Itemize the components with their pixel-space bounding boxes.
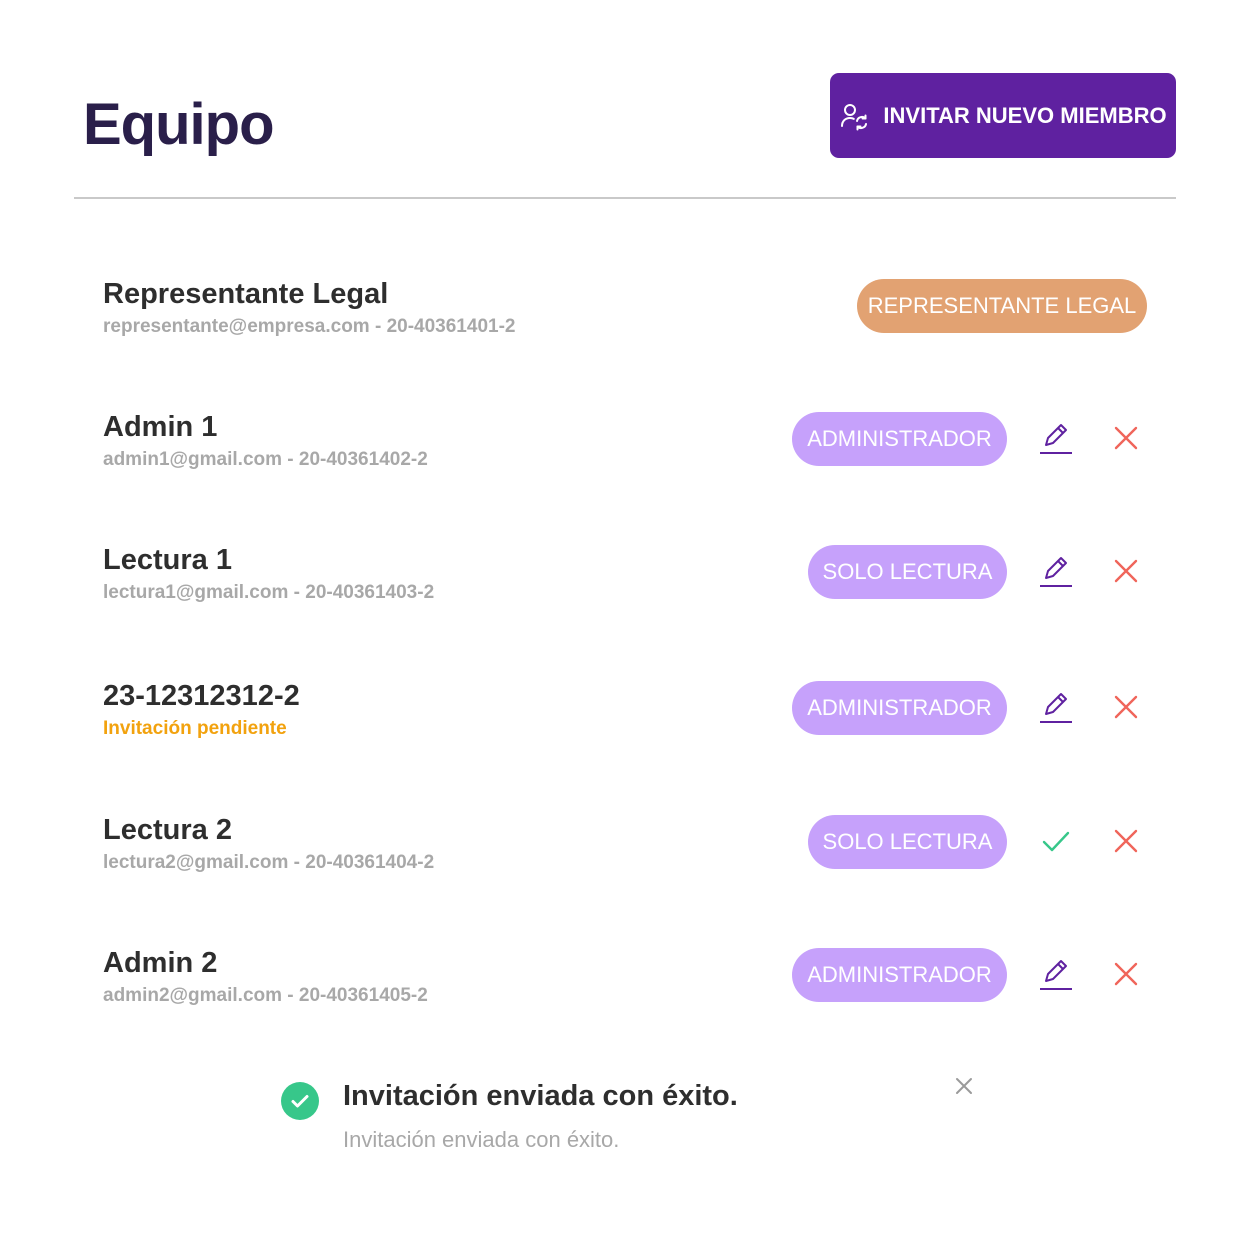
member-row: Lectura 1 lectura1@gmail.com - 20-403614… — [0, 544, 1250, 625]
member-row: 23-12312312-2 Invitación pendiente ADMIN… — [0, 680, 1250, 761]
edit-icon[interactable] — [1036, 687, 1076, 727]
header-divider — [74, 197, 1176, 199]
member-row: Lectura 2 lectura2@gmail.com - 20-403614… — [0, 814, 1250, 895]
close-icon[interactable] — [952, 1074, 976, 1098]
role-badge[interactable]: ADMINISTRADOR — [792, 948, 1007, 1002]
member-name: Admin 1 — [103, 411, 218, 443]
toast-message: Invitación enviada con éxito. — [343, 1127, 620, 1152]
member-name: Lectura 2 — [103, 814, 232, 846]
delete-icon[interactable] — [1106, 954, 1146, 994]
delete-icon[interactable] — [1106, 551, 1146, 591]
invite-member-label: INVITAR NUEVO MIEMBRO — [883, 102, 1167, 128]
confirm-icon[interactable] — [1036, 821, 1076, 861]
role-badge[interactable]: SOLO LECTURA — [808, 545, 1007, 599]
role-badge[interactable]: ADMINISTRADOR — [792, 412, 1007, 466]
member-email-id: lectura1@gmail.com - 20-40361403-2 — [103, 582, 435, 603]
member-name: 23-12312312-2 — [103, 680, 300, 712]
member-row: Admin 2 admin2@gmail.com - 20-40361405-2… — [0, 947, 1250, 1028]
role-badge[interactable]: SOLO LECTURA — [808, 815, 1007, 869]
member-email-id: admin2@gmail.com - 20-40361405-2 — [103, 985, 428, 1006]
member-row: Admin 1 admin1@gmail.com - 20-40361402-2… — [0, 411, 1250, 492]
delete-icon[interactable] — [1106, 821, 1146, 861]
user-sync-icon — [839, 101, 869, 131]
edit-icon[interactable] — [1036, 551, 1076, 591]
member-email-id: admin1@gmail.com - 20-40361402-2 — [103, 449, 428, 470]
member-name: Admin 2 — [103, 947, 218, 979]
role-badge[interactable]: ADMINISTRADOR — [792, 681, 1007, 735]
invite-member-button[interactable]: INVITAR NUEVO MIEMBRO — [830, 73, 1176, 158]
success-toast: Invitación enviada con éxito. Invitación… — [280, 1070, 1000, 1170]
edit-icon[interactable] — [1036, 418, 1076, 458]
toast-title: Invitación enviada con éxito. — [343, 1080, 738, 1112]
edit-icon[interactable] — [1036, 954, 1076, 994]
delete-icon[interactable] — [1106, 418, 1146, 458]
delete-icon[interactable] — [1106, 687, 1146, 727]
role-badge-legal: REPRESENTANTE LEGAL — [857, 279, 1147, 333]
member-name: Lectura 1 — [103, 544, 232, 576]
success-check-icon — [281, 1082, 319, 1120]
member-name: Representante Legal — [103, 278, 389, 310]
member-row: Representante Legal representante@empres… — [0, 278, 1250, 359]
pending-invitation-label: Invitación pendiente — [103, 718, 287, 739]
member-email-id: representante@empresa.com - 20-40361401-… — [103, 316, 516, 337]
member-email-id: lectura2@gmail.com - 20-40361404-2 — [103, 852, 435, 873]
page-title: Equipo — [83, 92, 275, 157]
